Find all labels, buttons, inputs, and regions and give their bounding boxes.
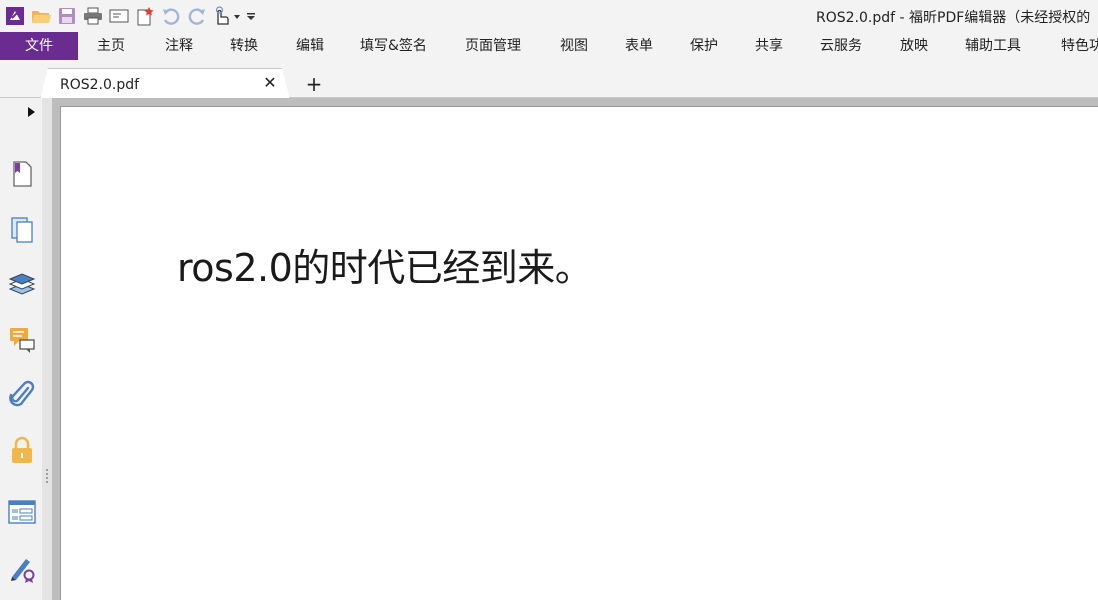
undo-icon[interactable]: [158, 4, 184, 28]
security-icon[interactable]: [6, 434, 38, 466]
ribbon-tabs: 文件 主页 注释 转换 编辑 填写&签名 页面管理 视图 表单 保护 共享 云服…: [0, 32, 1098, 62]
tab-features[interactable]: 特色功: [1061, 32, 1098, 60]
open-folder-icon[interactable]: [28, 4, 54, 28]
pane-splitter[interactable]: [42, 98, 52, 600]
new-tab-icon[interactable]: +: [303, 74, 325, 96]
tab-present[interactable]: 放映: [900, 32, 928, 60]
pages-icon[interactable]: [6, 214, 38, 246]
tab-share[interactable]: 共享: [755, 32, 783, 60]
print-icon[interactable]: [80, 4, 106, 28]
signatures-icon[interactable]: [6, 553, 38, 585]
new-icon[interactable]: [132, 4, 158, 28]
tab-protect[interactable]: 保护: [690, 32, 718, 60]
layers-icon[interactable]: [6, 269, 38, 301]
comments-icon[interactable]: [6, 324, 38, 356]
form-fields-icon[interactable]: [6, 496, 38, 528]
hand-tool-icon[interactable]: [210, 4, 244, 28]
tab-home[interactable]: 主页: [97, 32, 125, 60]
document-viewport[interactable]: ros2.0的时代已经到来。: [52, 98, 1098, 600]
document-tab-label: ROS2.0.pdf: [60, 77, 140, 93]
window-title: ROS2.0.pdf - 福昕PDF编辑器（未经授权的: [816, 10, 1091, 26]
quick-access-toolbar: [2, 4, 258, 28]
save-icon[interactable]: [54, 4, 80, 28]
tab-comment[interactable]: 注释: [165, 32, 193, 60]
title-bar: ROS2.0.pdf - 福昕PDF编辑器（未经授权的: [0, 0, 1098, 32]
tab-organize[interactable]: 页面管理: [465, 32, 521, 60]
tab-edit[interactable]: 编辑: [296, 32, 324, 60]
document-tab[interactable]: ROS2.0.pdf ✕: [40, 68, 290, 99]
document-tab-strip: ROS2.0.pdf ✕ +: [0, 62, 1098, 99]
tab-file[interactable]: 文件: [0, 32, 78, 60]
close-tab-icon[interactable]: ✕: [261, 74, 279, 92]
tab-cloud[interactable]: 云服务: [820, 32, 862, 60]
app-logo-icon[interactable]: [2, 4, 28, 28]
splitter-grip-icon: [46, 469, 48, 483]
tab-fill-sign[interactable]: 填写&签名: [360, 32, 427, 60]
scan-icon[interactable]: [106, 4, 132, 28]
bookmarks-icon[interactable]: [6, 158, 38, 190]
redo-icon[interactable]: [184, 4, 210, 28]
pdf-page[interactable]: ros2.0的时代已经到来。: [60, 106, 1098, 600]
tab-accessibility[interactable]: 辅助工具: [965, 32, 1021, 60]
attachments-icon[interactable]: [6, 379, 38, 411]
document-text: ros2.0的时代已经到来。: [177, 246, 593, 290]
tab-view[interactable]: 视图: [560, 32, 588, 60]
tab-form[interactable]: 表单: [625, 32, 653, 60]
customize-icon[interactable]: [244, 4, 258, 28]
expand-pane-icon[interactable]: [26, 106, 36, 118]
tab-convert[interactable]: 转换: [230, 32, 258, 60]
navigation-pane: [0, 98, 42, 600]
